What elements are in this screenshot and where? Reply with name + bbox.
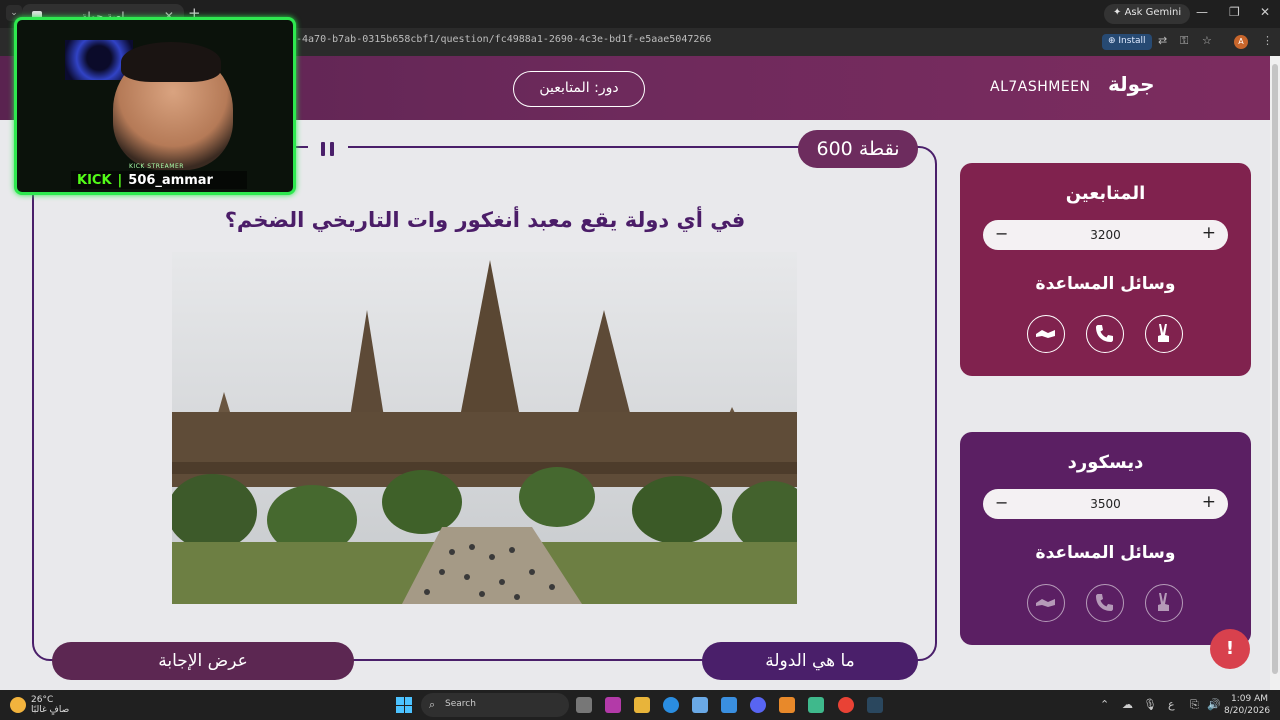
weather-widget[interactable]: 26°C صافٍ غالبًا xyxy=(10,695,69,715)
points-badge: 600 نقطة xyxy=(798,130,918,168)
report-alert-button[interactable]: ! xyxy=(1210,629,1250,669)
tray-app-icon[interactable]: ☁ xyxy=(1122,698,1133,711)
question-text: في أي دولة يقع معبد أنغكور وات التاريخي … xyxy=(224,208,746,232)
search-icon: ⌕ xyxy=(429,698,436,711)
turn-indicator: دور: المتابعين xyxy=(513,71,645,107)
password-key-icon[interactable]: ⚿ xyxy=(1180,34,1188,48)
pause-button[interactable] xyxy=(308,130,348,168)
mail-icon[interactable] xyxy=(721,697,737,713)
browser-menu-icon[interactable]: ⋮ xyxy=(1262,34,1273,47)
page-scrollbar[interactable] xyxy=(1270,56,1280,690)
exclamation-icon: ! xyxy=(1225,638,1235,659)
chat-app-icon[interactable] xyxy=(808,697,824,713)
double-answer-help-button[interactable] xyxy=(1145,584,1183,622)
handshake-icon xyxy=(1036,330,1055,338)
helps-row xyxy=(1027,584,1197,624)
kick-logo: KICK xyxy=(77,172,112,188)
separator: | xyxy=(117,172,123,188)
what-country-button[interactable]: ما هي الدولة xyxy=(702,642,918,680)
app-icon[interactable] xyxy=(779,697,795,713)
handshake-icon xyxy=(1036,599,1055,607)
temperature: 26°C xyxy=(31,695,54,705)
team-card-discord: ديسكورد − 3500 + وسائل المساعدة xyxy=(960,432,1251,645)
webcam-overlay: KICK STREAMER KICK | 506_ammar xyxy=(14,17,296,195)
team-card-followers: المتابعين − 3200 + وسائل المساعدة xyxy=(960,163,1251,376)
file-explorer-icon[interactable] xyxy=(634,697,650,713)
bookmark-star-icon[interactable]: ☆ xyxy=(1202,34,1212,47)
call-friend-help-button[interactable] xyxy=(1086,584,1124,622)
weather-description: صافٍ غالبًا xyxy=(31,705,70,715)
handshake-help-button[interactable] xyxy=(1027,584,1065,622)
pause-icon-bar xyxy=(330,142,334,156)
score-stepper: − 3200 + xyxy=(983,220,1228,250)
weather-text: 26°C صافٍ غالبًا xyxy=(31,695,69,715)
network-icon[interactable]: ⎘ xyxy=(1190,698,1199,712)
pause-icon xyxy=(321,142,325,156)
volume-icon[interactable]: 🔊 xyxy=(1207,698,1221,711)
clock-date: 8/20/2026 xyxy=(1224,706,1271,716)
team-title: ديسكورد xyxy=(1067,452,1144,473)
helps-title: وسائل المساعدة xyxy=(1035,543,1176,563)
microphone-icon[interactable]: 🎙 xyxy=(1143,698,1157,711)
score-stepper: − 3500 + xyxy=(983,489,1228,519)
language-indicator[interactable]: ع xyxy=(1168,698,1175,711)
discord-icon[interactable] xyxy=(750,697,766,713)
streamer-hair xyxy=(121,42,221,82)
store-icon[interactable] xyxy=(692,697,708,713)
tray-chevron-icon[interactable]: ⌃ xyxy=(1100,698,1109,711)
edge-icon[interactable] xyxy=(663,697,679,713)
phone-icon xyxy=(1096,325,1113,342)
show-answer-button[interactable]: عرض الإجابة xyxy=(52,642,354,680)
copilot-icon[interactable] xyxy=(605,697,621,713)
ask-gemini-button[interactable]: ✦ Ask Gemini xyxy=(1104,4,1191,24)
streamer-username: 506_ammar xyxy=(128,172,213,188)
profile-avatar[interactable]: A xyxy=(1234,35,1248,49)
score-value: 3500 xyxy=(1090,497,1121,511)
search-placeholder: Search xyxy=(445,699,476,709)
window-close-icon[interactable]: ✕ xyxy=(1260,5,1270,19)
team-title: المتابعين xyxy=(1065,183,1146,204)
question-image xyxy=(172,252,797,604)
call-friend-help-button[interactable] xyxy=(1086,315,1124,353)
minimize-icon[interactable]: — xyxy=(1196,5,1208,19)
helps-title: وسائل المساعدة xyxy=(1035,274,1176,294)
start-icon[interactable] xyxy=(396,697,412,713)
translate-icon[interactable]: ⇄ xyxy=(1158,34,1167,47)
scrollbar-thumb[interactable] xyxy=(1272,64,1278,674)
score-value: 3200 xyxy=(1090,228,1121,242)
game-logo[interactable]: جولة xyxy=(1108,72,1155,96)
chrome-icon[interactable] xyxy=(838,697,854,713)
increment-button[interactable]: + xyxy=(1202,492,1216,512)
install-app-button[interactable]: ⊕ Install xyxy=(1102,34,1152,50)
peace-sign-icon xyxy=(1158,593,1169,611)
task-view-icon[interactable] xyxy=(576,697,592,713)
weather-icon xyxy=(10,697,26,713)
windows-taskbar: 26°C صافٍ غالبًا ⌕ Search ⌃ ☁ 🎙 ع ⎘ 🔊 1:… xyxy=(0,690,1280,720)
team-name: AL7ASHMEEN xyxy=(990,79,1091,95)
streamer-label: KICK STREAMER xyxy=(129,163,184,170)
helps-row xyxy=(1027,315,1197,355)
peace-sign-icon xyxy=(1158,324,1169,342)
handshake-help-button[interactable] xyxy=(1027,315,1065,353)
restore-icon[interactable]: ❐ xyxy=(1229,5,1240,19)
system-clock[interactable]: 1:09 AM 8/20/2026 xyxy=(1224,693,1271,717)
url-field[interactable]: -4a70-b7ab-0315b658cbf1/question/fc4988a… xyxy=(296,34,711,45)
double-answer-help-button[interactable] xyxy=(1145,315,1183,353)
phone-icon xyxy=(1096,594,1113,611)
install-label: Install xyxy=(1118,36,1146,46)
steam-icon[interactable] xyxy=(867,697,883,713)
taskbar-search[interactable]: ⌕ Search xyxy=(421,693,569,717)
streamer-nameplate: KICK | 506_ammar xyxy=(71,171,247,189)
screen: ⌄ لعبة جولة ✕ + ✦ Ask Gemini — ❐ ✕ -4a70… xyxy=(0,0,1280,720)
increment-button[interactable]: + xyxy=(1202,223,1216,243)
clock-time: 1:09 AM xyxy=(1231,694,1268,704)
temple-illustration xyxy=(172,252,797,604)
ask-gemini-label: Ask Gemini xyxy=(1124,7,1182,18)
